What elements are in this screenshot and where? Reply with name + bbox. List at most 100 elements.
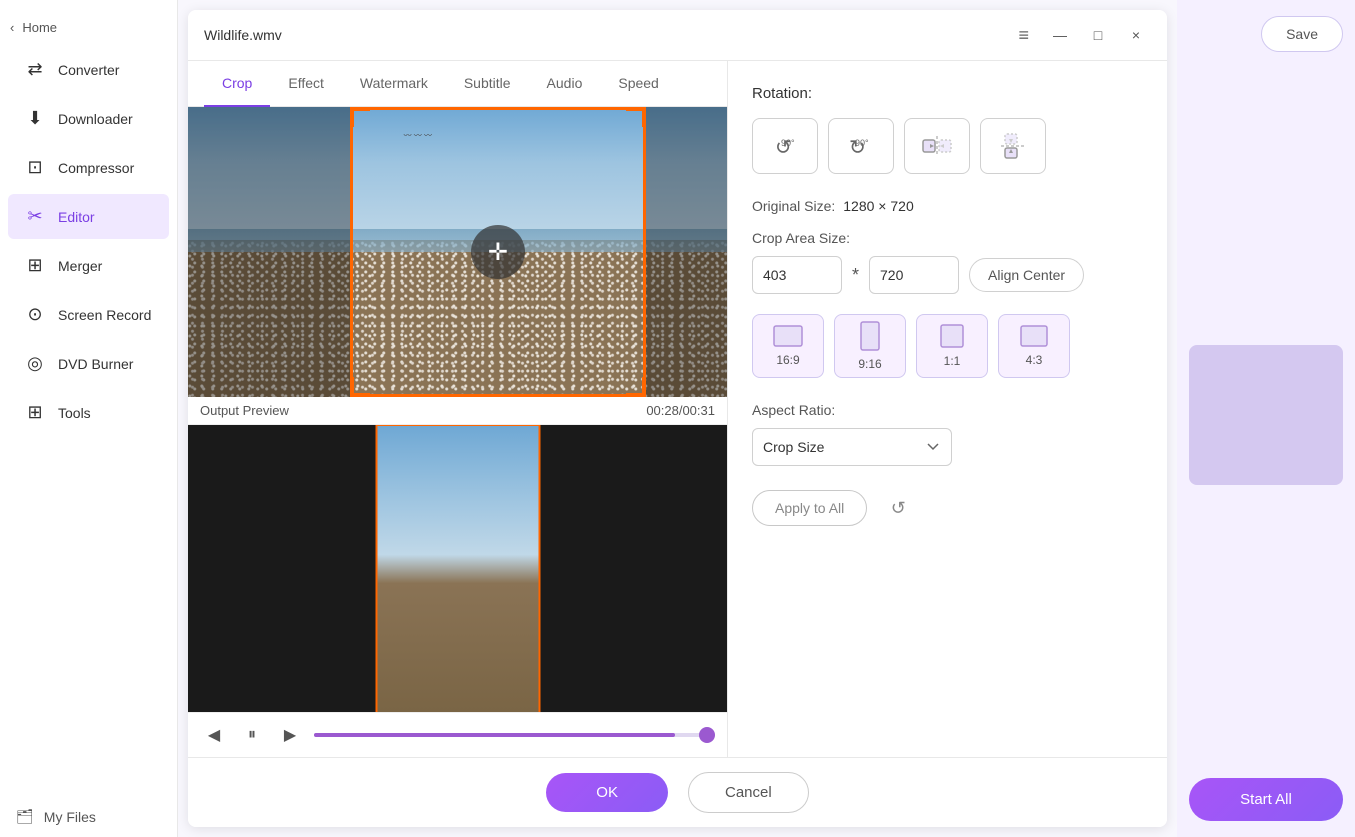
crop-size-row: * Align Center: [752, 256, 1143, 294]
sidebar-item-label: Converter: [58, 62, 119, 78]
minimize-button[interactable]: —: [1045, 20, 1075, 50]
sidebar-item-label: Tools: [58, 405, 91, 421]
sidebar-item-label: Downloader: [58, 111, 133, 127]
save-button[interactable]: Save: [1261, 16, 1343, 52]
aspect-ratio-label: Aspect Ratio:: [752, 402, 1143, 418]
apply-to-all-button[interactable]: Apply to All: [752, 490, 867, 526]
aspect-16-9-button[interactable]: 16:9: [752, 314, 824, 378]
aspect-1-1-button[interactable]: 1:1: [916, 314, 988, 378]
timestamp: 00:28/00:31: [646, 403, 715, 418]
tab-subtitle[interactable]: Subtitle: [446, 61, 529, 107]
home-label: Home: [22, 20, 57, 35]
downloader-icon: ⬇: [24, 108, 46, 129]
preview-info-bar: Output Preview 00:28/00:31: [188, 397, 727, 425]
sidebar-item-compressor[interactable]: ⊡ Compressor: [8, 145, 169, 190]
start-all-button[interactable]: Start All: [1189, 778, 1343, 821]
sidebar-item-screen-record[interactable]: ⊙ Screen Record: [8, 292, 169, 337]
sidebar-item-editor[interactable]: ✂ Editor: [8, 194, 169, 239]
prev-frame-button[interactable]: ◀: [200, 721, 228, 749]
move-icon[interactable]: ✛: [471, 225, 525, 279]
aspect-9-16-label: 9:16: [858, 357, 881, 371]
sidebar: ‹ Home ⇄ Converter ⬇ Downloader ⊡ Compre…: [0, 0, 178, 837]
crop-corner-br[interactable]: [626, 377, 646, 397]
tab-audio[interactable]: Audio: [529, 61, 601, 107]
crop-area-label: Crop Area Size:: [752, 230, 850, 246]
sidebar-item-tools[interactable]: ⊞ Tools: [8, 390, 169, 435]
sidebar-item-downloader[interactable]: ⬇ Downloader: [8, 96, 169, 141]
aspect-ratio-row: Aspect Ratio: Crop Size 16:9 9:16 4:3 1:…: [752, 402, 1143, 466]
aspect-4-3-button[interactable]: 4:3: [998, 314, 1070, 378]
tab-effect[interactable]: Effect: [270, 61, 342, 107]
merger-icon: ⊞: [24, 255, 46, 276]
original-size-label: Original Size:: [752, 198, 835, 214]
next-frame-button[interactable]: ▶: [276, 721, 304, 749]
crop-corner-bl[interactable]: [350, 377, 370, 397]
system-menu-icon[interactable]: ≡: [1018, 25, 1029, 46]
editor-window: Wildlife.wmv ≡ — □ × Crop Effect Waterma…: [188, 10, 1167, 827]
cancel-button[interactable]: Cancel: [688, 772, 809, 813]
converter-icon: ⇄: [24, 59, 46, 80]
editor-body: Crop Effect Watermark Subtitle Audio Spe…: [188, 61, 1167, 757]
back-icon: ‹: [10, 20, 14, 35]
svg-text:90°: 90°: [855, 138, 869, 148]
progress-bar[interactable]: [314, 733, 715, 737]
aspect-16-9-label: 16:9: [776, 353, 799, 367]
sidebar-item-label: DVD Burner: [58, 356, 133, 372]
pause-button[interactable]: ⏸: [238, 721, 266, 749]
screen-record-icon: ⊙: [24, 304, 46, 325]
apply-reset-row: Apply to All ↺: [752, 490, 1143, 526]
rotate-ccw-button[interactable]: ↺ 90°: [752, 118, 818, 174]
video-section: Crop Effect Watermark Subtitle Audio Spe…: [188, 61, 728, 757]
rotate-cw-button[interactable]: ↻ 90°: [828, 118, 894, 174]
sidebar-item-dvd-burner[interactable]: ◎ DVD Burner: [8, 341, 169, 386]
crop-darken-left: [188, 107, 350, 397]
my-files-button[interactable]: 🗂 My Files: [0, 796, 177, 837]
crop-area-label-row: Crop Area Size:: [752, 230, 1143, 246]
crop-corner-tl[interactable]: [350, 107, 370, 127]
sidebar-back-button[interactable]: ‹ Home: [0, 10, 177, 45]
svg-text:90°: 90°: [781, 138, 795, 148]
crop-corner-tr[interactable]: [626, 107, 646, 127]
bottom-actions: OK Cancel: [188, 757, 1167, 827]
tab-crop[interactable]: Crop: [204, 61, 270, 107]
tools-icon: ⊞: [24, 402, 46, 423]
sidebar-item-converter[interactable]: ⇄ Converter: [8, 47, 169, 92]
video-controls: ◀ ⏸ ▶: [188, 712, 727, 757]
aspect-ratio-select[interactable]: Crop Size 16:9 9:16 4:3 1:1 None: [752, 428, 952, 466]
settings-panel: Rotation: ↺ 90° ↻ 90°: [728, 61, 1167, 757]
main-area: Wildlife.wmv ≡ — □ × Crop Effect Waterma…: [178, 0, 1177, 837]
sidebar-item-label: Merger: [58, 258, 102, 274]
tab-watermark[interactable]: Watermark: [342, 61, 446, 107]
editor-title-bar: Wildlife.wmv ≡ — □ ×: [188, 10, 1167, 61]
sidebar-item-label: Screen Record: [58, 307, 151, 323]
aspect-9-16-button[interactable]: 9:16: [834, 314, 906, 378]
rotation-buttons: ↺ 90° ↻ 90°: [752, 118, 1143, 174]
height-input[interactable]: [869, 256, 959, 294]
close-button[interactable]: ×: [1121, 20, 1151, 50]
sidebar-item-merger[interactable]: ⊞ Merger: [8, 243, 169, 288]
size-separator: *: [852, 265, 859, 286]
width-input[interactable]: [752, 256, 842, 294]
dvd-burner-icon: ◎: [24, 353, 46, 374]
tab-speed[interactable]: Speed: [600, 61, 676, 107]
sidebar-item-label: Compressor: [58, 160, 134, 176]
align-center-button[interactable]: Align Center: [969, 258, 1084, 292]
flip-horizontal-button[interactable]: [904, 118, 970, 174]
my-files-icon: 🗂: [16, 808, 34, 825]
progress-fill: [314, 733, 675, 737]
maximize-button[interactable]: □: [1083, 20, 1113, 50]
output-preview: [188, 425, 727, 712]
crop-darken-right: [646, 107, 727, 397]
ok-button[interactable]: OK: [546, 773, 668, 812]
editor-icon: ✂: [24, 206, 46, 227]
right-panel: Save Start All: [1177, 0, 1355, 837]
original-size-row: Original Size: 1280 × 720: [752, 198, 1143, 214]
flip-vertical-button[interactable]: [980, 118, 1046, 174]
crop-box[interactable]: ✛: [350, 107, 646, 397]
editor-title: Wildlife.wmv: [204, 27, 282, 43]
reset-button[interactable]: ↺: [881, 491, 915, 525]
my-files-label: My Files: [44, 809, 96, 825]
progress-thumb[interactable]: [699, 727, 715, 743]
aspect-presets: 16:9 9:16 1:1 4:3: [752, 314, 1143, 378]
crop-overlay: ✛: [188, 107, 727, 397]
